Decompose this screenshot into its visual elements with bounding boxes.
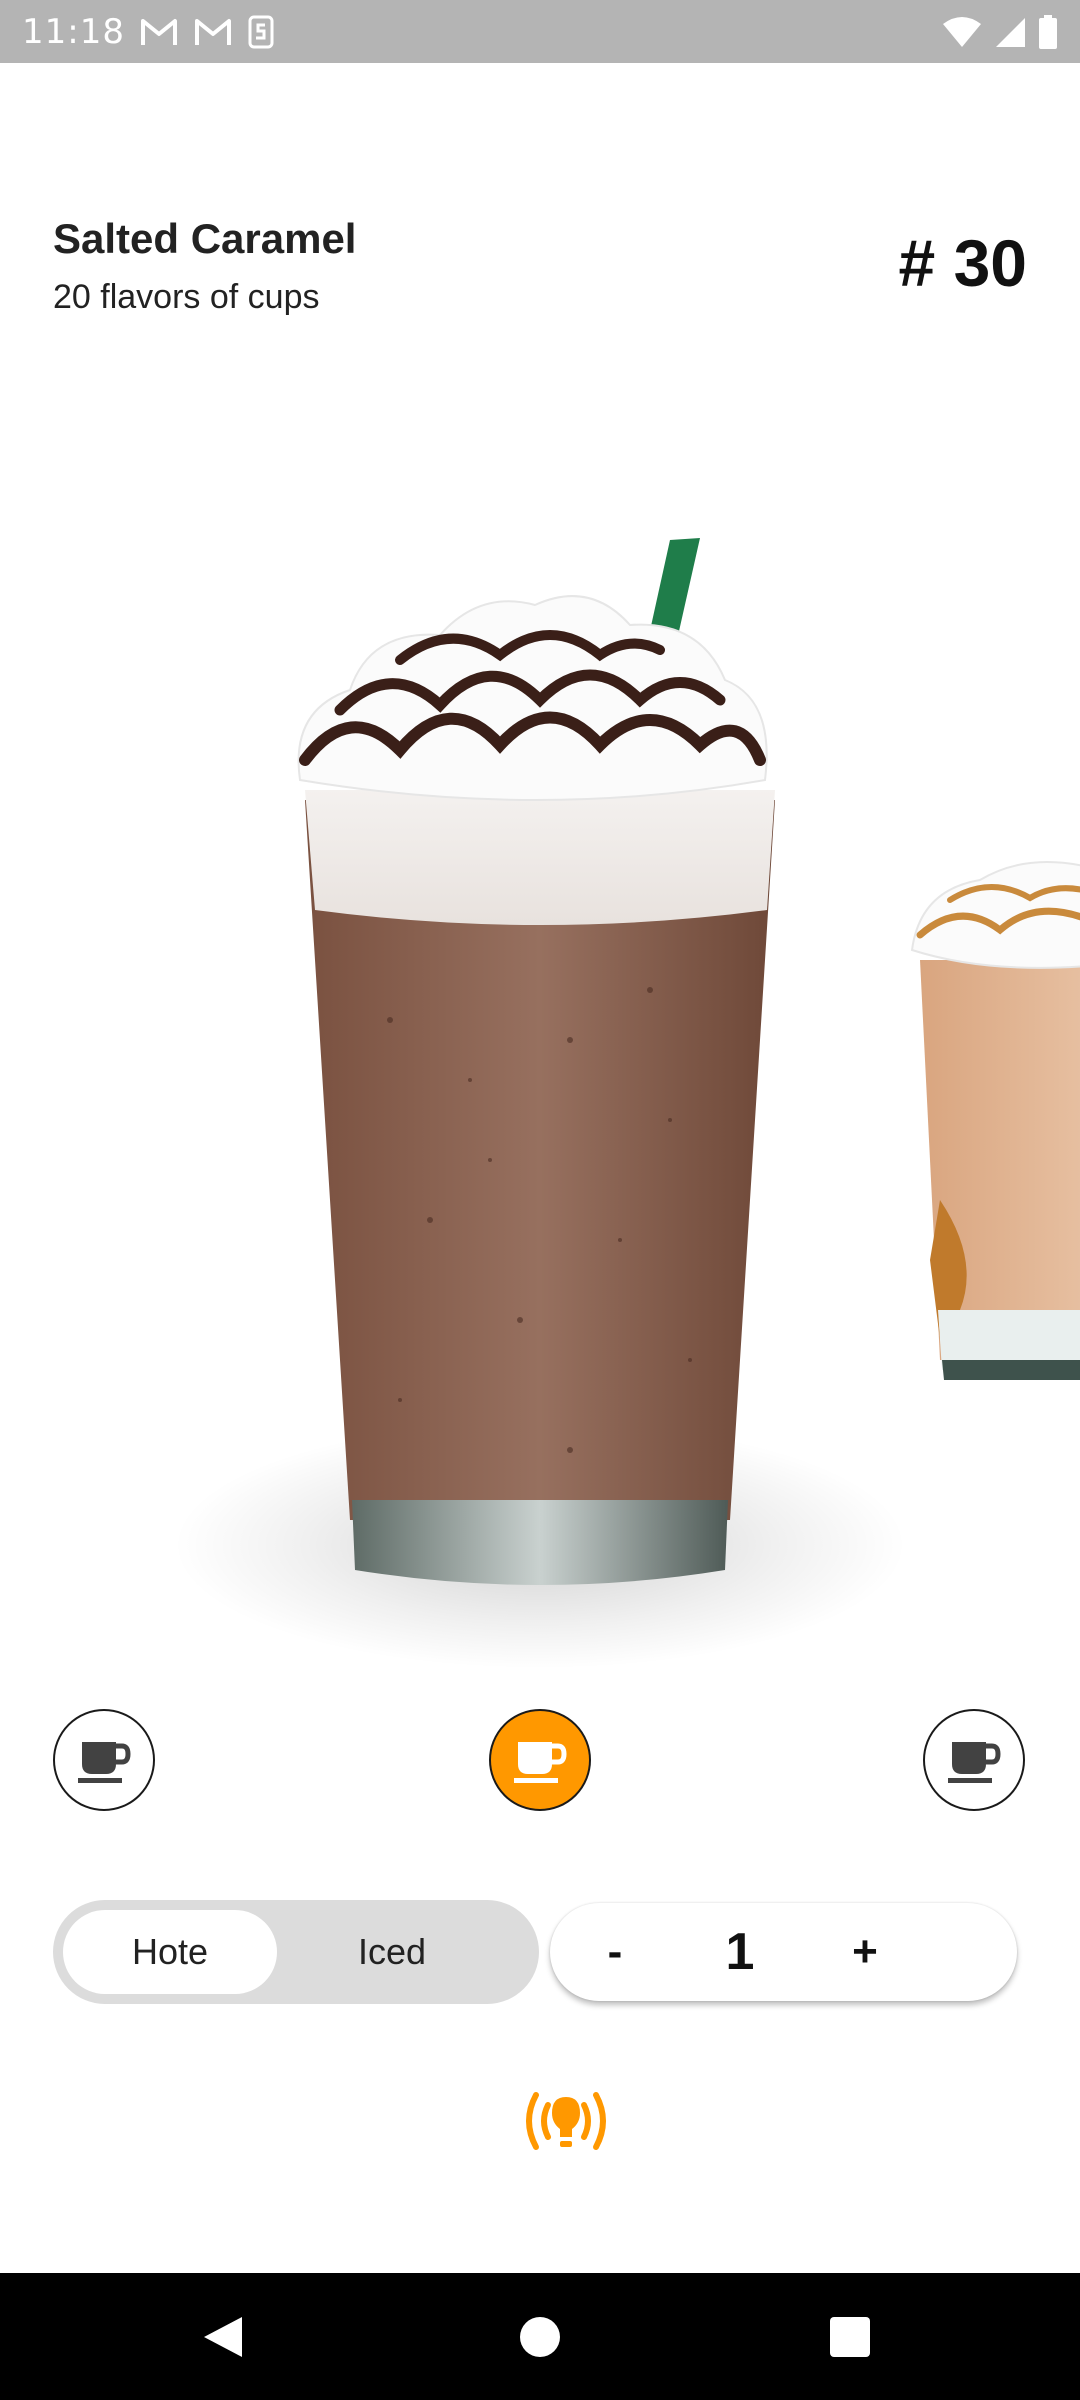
cup-option-1[interactable]: [53, 1709, 155, 1811]
sim-toolkit-icon: [248, 15, 274, 49]
product-subtitle: 20 flavors of cups: [53, 278, 320, 316]
coffee-cup-icon: [78, 1742, 131, 1783]
back-icon[interactable]: [202, 2315, 244, 2359]
iced-option[interactable]: Iced: [285, 1910, 499, 1994]
coffee-cup-icon: [514, 1742, 567, 1783]
notification-icons: [140, 14, 274, 50]
wifi-icon: [943, 17, 981, 47]
cup-option-3[interactable]: [923, 1709, 1025, 1811]
system-icons: [942, 12, 1058, 52]
status-bar: 11:18: [0, 0, 1080, 63]
caramel-frappuccino-image[interactable]: [900, 840, 1080, 1380]
broadcast-lightbulb-icon[interactable]: [518, 2085, 614, 2157]
system-nav-bar: [0, 2273, 1080, 2400]
gmail-icon: [141, 19, 177, 45]
temperature-toggle: Hote Iced: [53, 1900, 539, 2004]
quantity-value: 1: [725, 1923, 755, 1981]
status-time: 11:18: [22, 12, 125, 52]
home-icon[interactable]: [520, 2317, 560, 2357]
cup-option-2[interactable]: [489, 1709, 591, 1811]
recents-icon[interactable]: [830, 2317, 870, 2357]
decrease-quantity-button[interactable]: -: [590, 1903, 640, 2001]
product-number: # 30: [898, 226, 1027, 300]
quantity-stepper: - 1 +: [550, 1903, 1017, 2001]
product-name: Salted Caramel: [53, 215, 357, 262]
gmail-icon: [195, 19, 231, 45]
chocolate-frappuccino-image[interactable]: [270, 520, 790, 1620]
cellular-signal-icon: [996, 18, 1025, 47]
hot-option[interactable]: Hote: [63, 1910, 277, 1994]
battery-icon: [1039, 15, 1057, 49]
coffee-cup-icon: [948, 1742, 1001, 1783]
increase-quantity-button[interactable]: +: [835, 1903, 895, 2001]
